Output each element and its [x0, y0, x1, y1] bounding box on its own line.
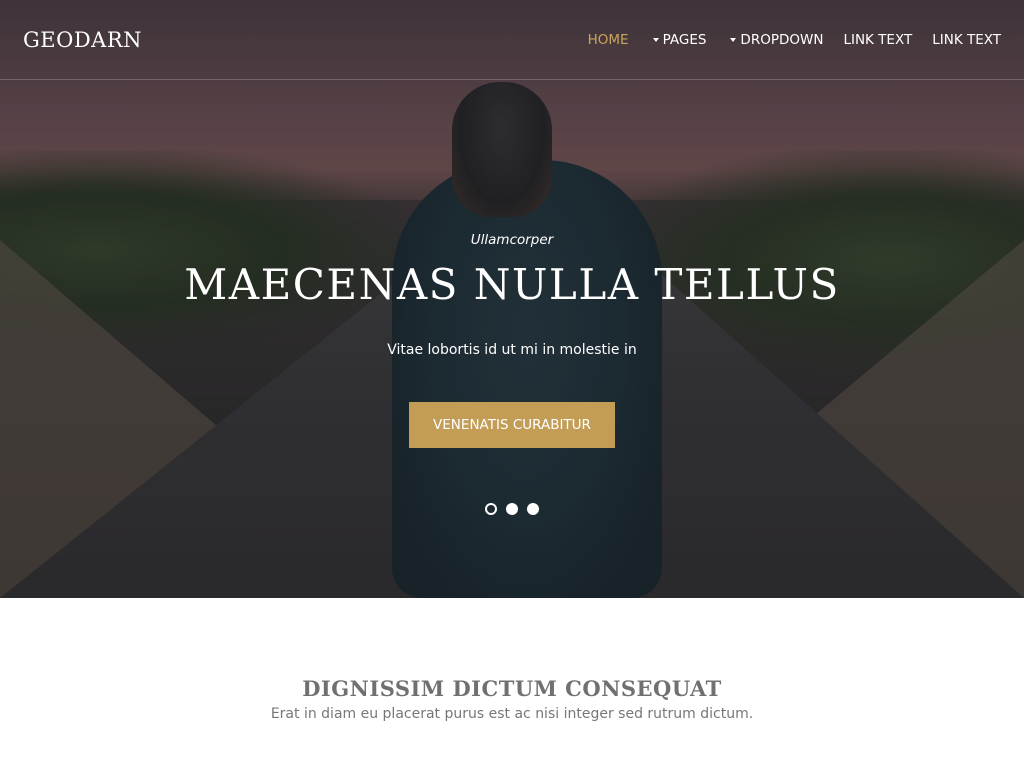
- nav-item-link-1[interactable]: LINK TEXT: [843, 32, 912, 48]
- slider-dots: [485, 503, 548, 515]
- site-header: GEODARN HOME PAGES DROPDOWN LINK TEXT LI…: [0, 0, 1024, 80]
- caret-down-icon: [652, 37, 659, 42]
- intro-section: DIGNISSIM DICTUM CONSEQUAT Erat in diam …: [0, 598, 1024, 768]
- main-nav: HOME PAGES DROPDOWN LINK TEXT LINK TEXT: [568, 32, 1001, 48]
- hero-cta-button[interactable]: VENENATIS CURABITUR: [409, 402, 615, 448]
- section-subtitle: Erat in diam eu placerat purus est ac ni…: [270, 706, 754, 722]
- hero-slider: Ullamcorper MAECENAS NULLA TELLUS Vitae …: [0, 0, 1024, 598]
- slider-dot-2[interactable]: [506, 503, 518, 515]
- hero-subtext: Vitae lobortis id ut mi in molestie in: [387, 342, 637, 358]
- site-logo[interactable]: GEODARN: [23, 28, 142, 52]
- hero-eyebrow: Ullamcorper: [470, 232, 554, 248]
- nav-item-label: DROPDOWN: [740, 31, 824, 48]
- nav-item-home[interactable]: HOME: [588, 32, 629, 48]
- nav-item-pages[interactable]: PAGES: [652, 31, 707, 48]
- hero-content: Ullamcorper MAECENAS NULLA TELLUS Vitae …: [0, 0, 1024, 598]
- nav-item-label: LINK TEXT: [932, 31, 1001, 48]
- slider-dot-1[interactable]: [485, 503, 497, 515]
- nav-item-label: PAGES: [662, 31, 707, 48]
- slider-dot-3[interactable]: [527, 503, 539, 515]
- section-title: DIGNISSIM DICTUM CONSEQUAT: [302, 676, 722, 701]
- nav-item-dropdown[interactable]: DROPDOWN: [730, 32, 823, 48]
- hero-headline: MAECENAS NULLA TELLUS: [184, 260, 840, 309]
- caret-down-icon: [730, 37, 737, 42]
- nav-item-label: LINK TEXT: [843, 31, 913, 48]
- nav-item-label: HOME: [587, 31, 629, 48]
- nav-item-link-2[interactable]: LINK TEXT: [932, 32, 1001, 48]
